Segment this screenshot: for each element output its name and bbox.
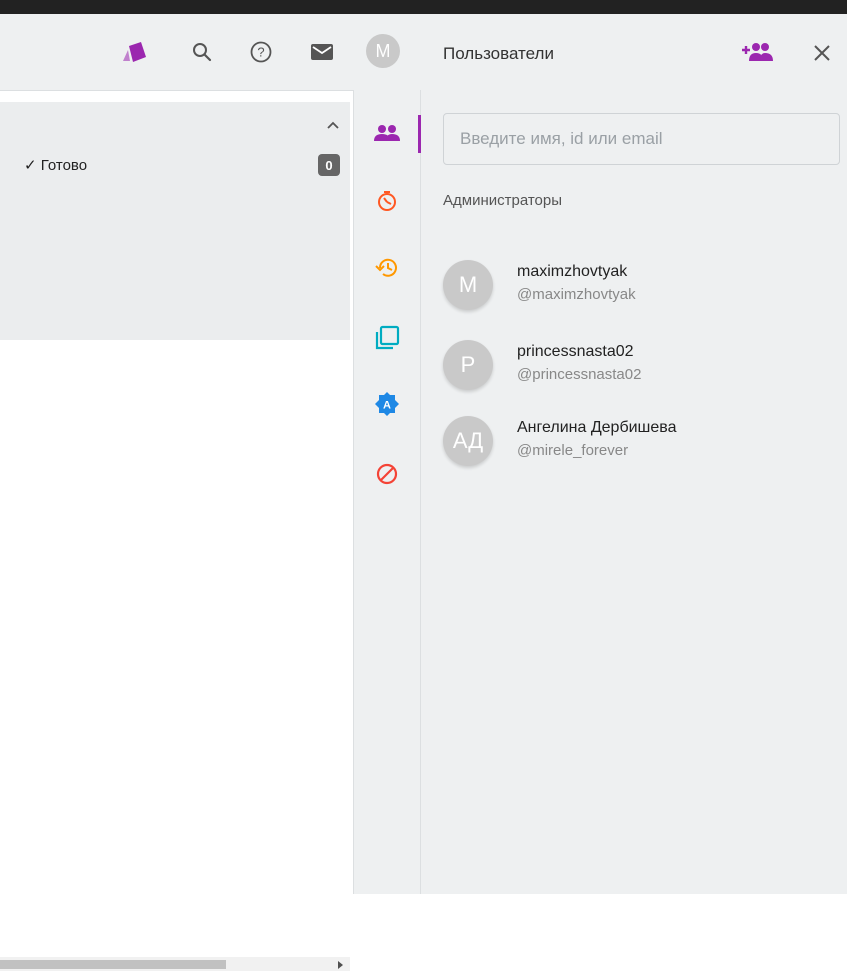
close-icon[interactable]	[809, 40, 835, 66]
block-icon[interactable]	[354, 454, 420, 494]
user-item[interactable]: АД Ангелина Дербишева @mirele_forever	[443, 416, 843, 472]
history-icon[interactable]	[354, 248, 420, 288]
user-name: Ангелина Дербишева	[517, 419, 677, 436]
board: ✓ Готово 0	[0, 91, 353, 971]
user-handle: @mirele_forever	[517, 442, 629, 459]
members-icon[interactable]	[354, 113, 420, 153]
users-panel: Пользователи Администраторы M maximzhovt…	[421, 14, 847, 894]
user-item[interactable]: P princessnasta02 @princessnasta02	[443, 340, 843, 396]
panel-title: Пользователи	[443, 44, 554, 63]
user-item[interactable]: M maximzhovtyak @maximzhovtyak	[443, 260, 843, 316]
column-count-badge: 0	[318, 154, 340, 176]
window-top-bar	[0, 0, 847, 14]
svg-text:?: ?	[257, 45, 264, 60]
help-icon[interactable]: ?	[245, 36, 277, 68]
column-title-label: Готово	[40, 157, 88, 174]
search-icon[interactable]	[186, 36, 218, 68]
user-name: maximzhovtyak	[517, 263, 628, 280]
scrollbar-thumb[interactable]	[0, 960, 226, 969]
chevron-up-icon[interactable]	[326, 120, 340, 130]
timer-icon[interactable]	[354, 181, 420, 221]
horizontal-scrollbar[interactable]	[0, 957, 350, 971]
user-handle: @princessnasta02	[517, 366, 642, 383]
mail-icon[interactable]	[306, 36, 338, 68]
add-users-icon[interactable]	[739, 40, 775, 66]
user-avatar[interactable]: M	[366, 34, 400, 68]
avatar: P	[443, 340, 493, 390]
board-column: ✓ Готово 0	[0, 102, 350, 340]
copy-icon[interactable]	[354, 318, 420, 358]
user-handle: @maximzhovtyak	[517, 286, 636, 303]
sidebar-rail: A	[353, 90, 421, 894]
scroll-right-arrow-icon[interactable]	[338, 961, 343, 969]
badge-a-icon[interactable]: A	[354, 384, 420, 424]
user-name: princessnasta02	[517, 343, 634, 360]
avatar: M	[443, 260, 493, 310]
check-icon: ✓	[24, 157, 37, 174]
section-title-admins: Администраторы	[443, 192, 563, 209]
app-header: ? M	[0, 14, 421, 91]
avatar: АД	[443, 416, 493, 466]
cards-icon[interactable]	[118, 36, 150, 68]
badge-letter: A	[383, 400, 391, 412]
column-title: ✓ Готово	[24, 156, 87, 174]
user-search-input[interactable]	[443, 113, 840, 165]
